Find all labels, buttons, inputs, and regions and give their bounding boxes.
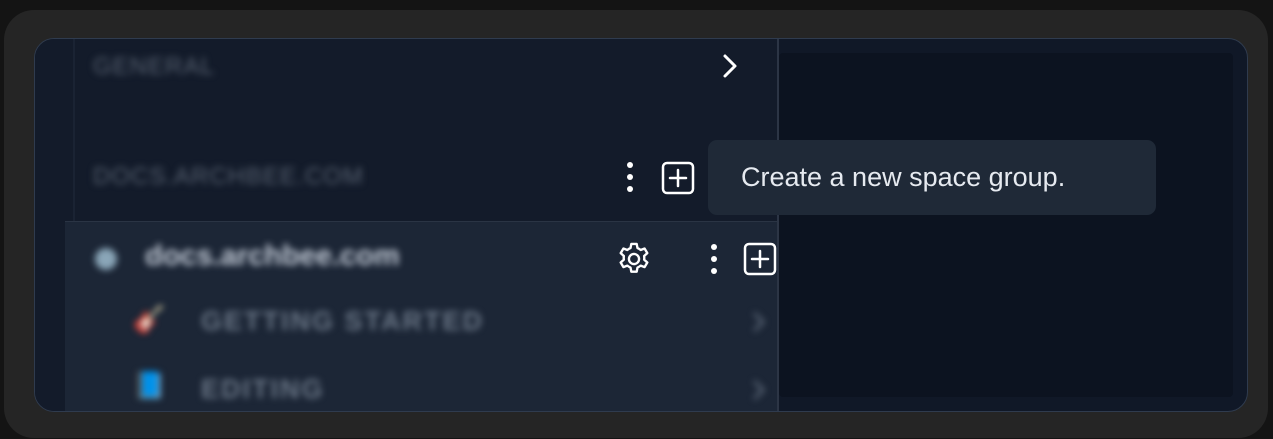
guitar-emoji-icon: 🎸 [133,304,166,334]
content-area [779,53,1233,397]
plus-square-icon [743,242,777,276]
add-space-group-button[interactable] [659,159,697,197]
more-vertical-icon[interactable] [701,240,727,278]
book-emoji-icon: 📘 [133,370,166,400]
workspace-row[interactable]: docs.archbee.com 🎸 GETTING STARTED 📘 EDI… [65,221,779,411]
tooltip: Create a new space group. [708,140,1156,215]
chevron-right-icon[interactable] [747,310,771,334]
sidebar-item-getting-started[interactable]: GETTING STARTED [201,306,484,337]
section-label-general: GENERAL [93,53,215,80]
sidebar: GENERAL DOCS.ARCHBEE.COM docs.archbee.co… [35,39,777,411]
app-window: GENERAL DOCS.ARCHBEE.COM docs.archbee.co… [34,38,1248,412]
chevron-right-icon[interactable] [747,378,771,402]
workspace-avatar [95,248,117,270]
sidebar-item-editing[interactable]: EDITING [201,374,325,405]
more-vertical-icon[interactable] [615,159,645,195]
section-label-space-group: DOCS.ARCHBEE.COM [93,163,364,190]
workspace-name: docs.archbee.com [145,240,400,272]
gear-icon[interactable] [613,238,655,280]
chevron-right-icon[interactable] [715,51,745,81]
plus-square-icon [661,161,695,195]
add-space-button[interactable] [741,240,779,278]
